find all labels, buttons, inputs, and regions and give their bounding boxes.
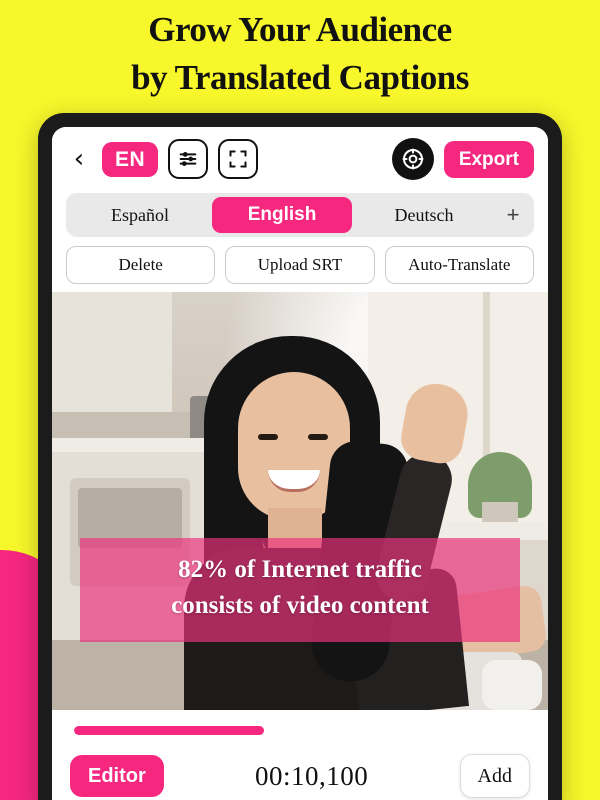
gear-icon[interactable] <box>391 138 434 180</box>
caption-action-row: Delete Upload SRT Auto-Translate <box>66 246 534 284</box>
language-tab-row: Español English Deutsch + <box>66 193 534 237</box>
kitchen-upper-cabinet <box>52 292 172 412</box>
auto-translate-button[interactable]: Auto-Translate <box>384 246 534 284</box>
progress-track[interactable] <box>74 726 526 735</box>
add-button[interactable]: Add <box>459 754 530 798</box>
playback-progress[interactable] <box>52 726 548 735</box>
language-tab-espanol[interactable]: Español <box>70 197 210 233</box>
tablet-device-frame: ‹ EN Export Español English Deutsch + De… <box>38 113 562 800</box>
crop-expand-icon[interactable] <box>218 139 259 179</box>
kitchen-cabinet-shadow <box>52 412 202 438</box>
person-eye-left <box>258 434 278 440</box>
timecode-display: 00:10,100 <box>255 760 369 791</box>
editor-button[interactable]: Editor <box>70 755 164 797</box>
language-tab-deutsch[interactable]: Deutsch <box>354 197 494 233</box>
caption-overlay[interactable]: 82% of Internet traffic consists of vide… <box>80 538 520 642</box>
promo-headline: Grow Your Audience by Translated Caption… <box>0 6 600 102</box>
caption-line-1: 82% of Internet traffic <box>178 556 422 583</box>
chevron-left-icon[interactable]: ‹ <box>66 142 92 176</box>
upload-srt-button[interactable]: Upload SRT <box>225 246 375 284</box>
video-preview[interactable]: 82% of Internet traffic consists of vide… <box>52 292 548 710</box>
sliders-icon[interactable] <box>168 139 209 179</box>
language-chip[interactable]: EN <box>102 141 159 177</box>
person-sock <box>482 660 542 710</box>
language-tab-english[interactable]: English <box>212 197 352 233</box>
progress-fill <box>74 726 264 735</box>
promo-headline-line1: Grow Your Audience <box>148 10 452 49</box>
kitchen-counter-left <box>52 438 227 452</box>
app-screen: ‹ EN Export Español English Deutsch + De… <box>52 127 548 800</box>
add-language-button[interactable]: + <box>496 202 530 228</box>
export-button[interactable]: Export <box>443 140 534 178</box>
person-eye-right <box>308 434 328 440</box>
delete-button[interactable]: Delete <box>66 246 216 284</box>
bottom-bar: Editor 00:10,100 Add <box>52 739 548 800</box>
top-toolbar: ‹ EN Export <box>52 127 548 191</box>
caption-line-2: consists of video content <box>171 592 429 619</box>
promo-headline-line2: by Translated Captions <box>131 58 469 97</box>
